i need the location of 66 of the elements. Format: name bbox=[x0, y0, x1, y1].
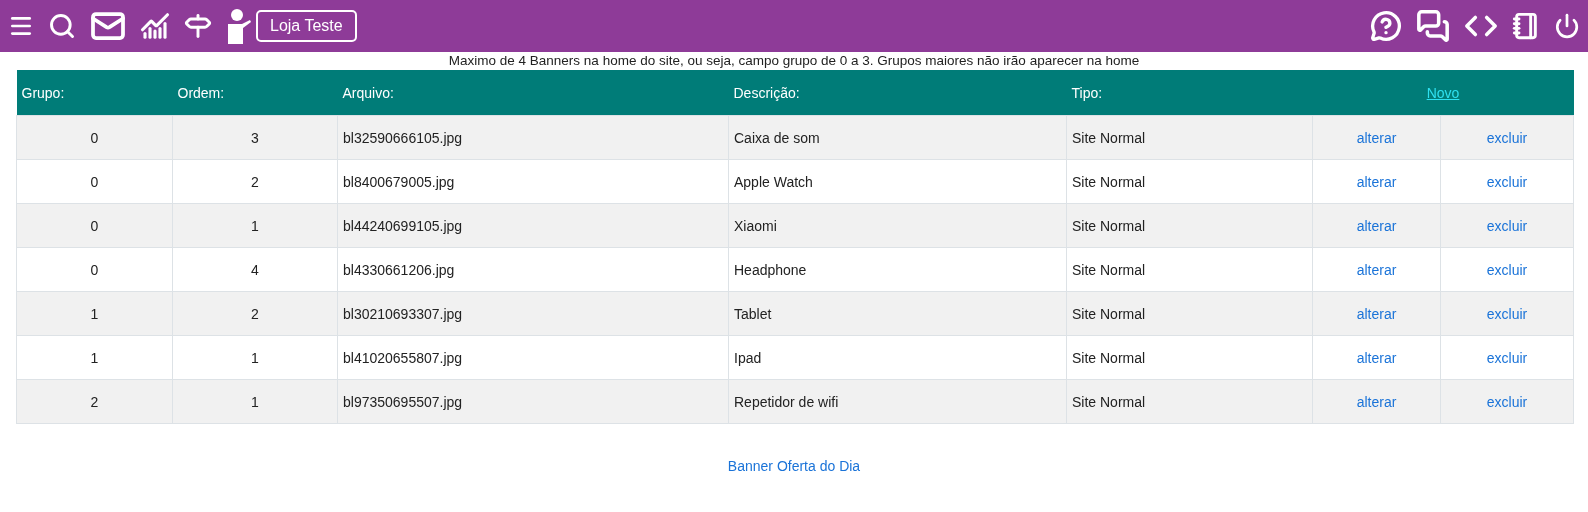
table-cell: 0 bbox=[16, 115, 173, 160]
edit-link[interactable]: alterar bbox=[1356, 349, 1397, 366]
table-cell: Repetidor de wifi bbox=[728, 379, 1067, 424]
edit-link[interactable]: alterar bbox=[1356, 305, 1397, 322]
table-cell: 0 bbox=[16, 159, 173, 204]
signpost-icon[interactable] bbox=[184, 12, 212, 40]
table-cell: Apple Watch bbox=[728, 159, 1067, 204]
table-cell: 1 bbox=[16, 291, 173, 336]
table-cell: Tablet bbox=[728, 291, 1067, 336]
table-cell: 4 bbox=[172, 247, 338, 292]
table-cell: bl44240699105.jpg bbox=[337, 203, 729, 248]
notice-text: Maximo de 4 Banners na home do site, ou seja, campo grupo de 0 a 3. Grupos maiores não irão aparecer na home bbox=[447, 52, 1141, 70]
table-cell: Site Normal bbox=[1066, 291, 1313, 336]
table-cell: bl30210693307.jpg bbox=[337, 291, 729, 336]
table-cell: Ipad bbox=[728, 335, 1067, 380]
store-button[interactable]: Loja Teste bbox=[256, 10, 357, 42]
delete-link[interactable]: excluir bbox=[1486, 305, 1528, 322]
table-cell: Xiaomi bbox=[728, 203, 1067, 248]
delete-link[interactable]: excluir bbox=[1486, 349, 1528, 366]
table-cell: 2 bbox=[172, 159, 338, 204]
table-cell: 1 bbox=[172, 335, 338, 380]
edit-link[interactable]: alterar bbox=[1356, 261, 1397, 278]
table-cell: Site Normal bbox=[1066, 335, 1313, 380]
table-cell: bl8400679005.jpg bbox=[337, 159, 729, 204]
new-link[interactable]: Novo bbox=[1426, 84, 1460, 101]
column-header: Ordem: bbox=[172, 70, 338, 116]
power-icon[interactable] bbox=[1554, 13, 1580, 39]
delete-link[interactable]: excluir bbox=[1486, 393, 1528, 410]
table-cell: Site Normal bbox=[1066, 159, 1313, 204]
table-cell: bl41020655807.jpg bbox=[337, 335, 729, 380]
delete-link[interactable]: excluir bbox=[1486, 173, 1528, 190]
edit-link[interactable]: alterar bbox=[1356, 129, 1397, 146]
table-cell: 2 bbox=[16, 379, 173, 424]
edit-link[interactable]: alterar bbox=[1356, 173, 1397, 190]
notebook-icon[interactable] bbox=[1512, 12, 1540, 40]
table-cell: 0 bbox=[16, 203, 173, 248]
table-cell: Site Normal bbox=[1066, 203, 1313, 248]
edit-link[interactable]: alterar bbox=[1356, 393, 1397, 410]
column-header: Descrição: bbox=[728, 70, 1067, 116]
table-cell: 1 bbox=[16, 335, 173, 380]
delete-link[interactable]: excluir bbox=[1486, 217, 1528, 234]
table-cell: bl4330661206.jpg bbox=[337, 247, 729, 292]
chat-icon[interactable] bbox=[1416, 9, 1450, 43]
user-icon[interactable] bbox=[226, 8, 252, 44]
table-cell: Site Normal bbox=[1066, 379, 1313, 424]
edit-link[interactable]: alterar bbox=[1356, 217, 1397, 234]
delete-link[interactable]: excluir bbox=[1486, 129, 1528, 146]
column-header: Grupo: bbox=[16, 70, 173, 116]
table-cell: Headphone bbox=[728, 247, 1067, 292]
chart-icon[interactable] bbox=[140, 11, 170, 41]
column-header: Arquivo: bbox=[337, 70, 729, 116]
table-cell: bl97350695507.jpg bbox=[337, 379, 729, 424]
table-cell: 0 bbox=[16, 247, 173, 292]
table-cell: 1 bbox=[172, 379, 338, 424]
table-cell: Site Normal bbox=[1066, 247, 1313, 292]
search-icon[interactable] bbox=[48, 12, 76, 40]
table-cell: Site Normal bbox=[1066, 115, 1313, 160]
offer-banner-link[interactable]: Banner Oferta do Dia bbox=[727, 458, 861, 474]
delete-link[interactable]: excluir bbox=[1486, 261, 1528, 278]
table-cell: Caixa de som bbox=[728, 115, 1067, 160]
table-cell: bl32590666105.jpg bbox=[337, 115, 729, 160]
help-icon[interactable] bbox=[1370, 10, 1402, 42]
column-header: Tipo: bbox=[1066, 70, 1313, 116]
table-cell: 2 bbox=[172, 291, 338, 336]
table-cell: 1 bbox=[172, 203, 338, 248]
table-cell: 3 bbox=[172, 115, 338, 160]
